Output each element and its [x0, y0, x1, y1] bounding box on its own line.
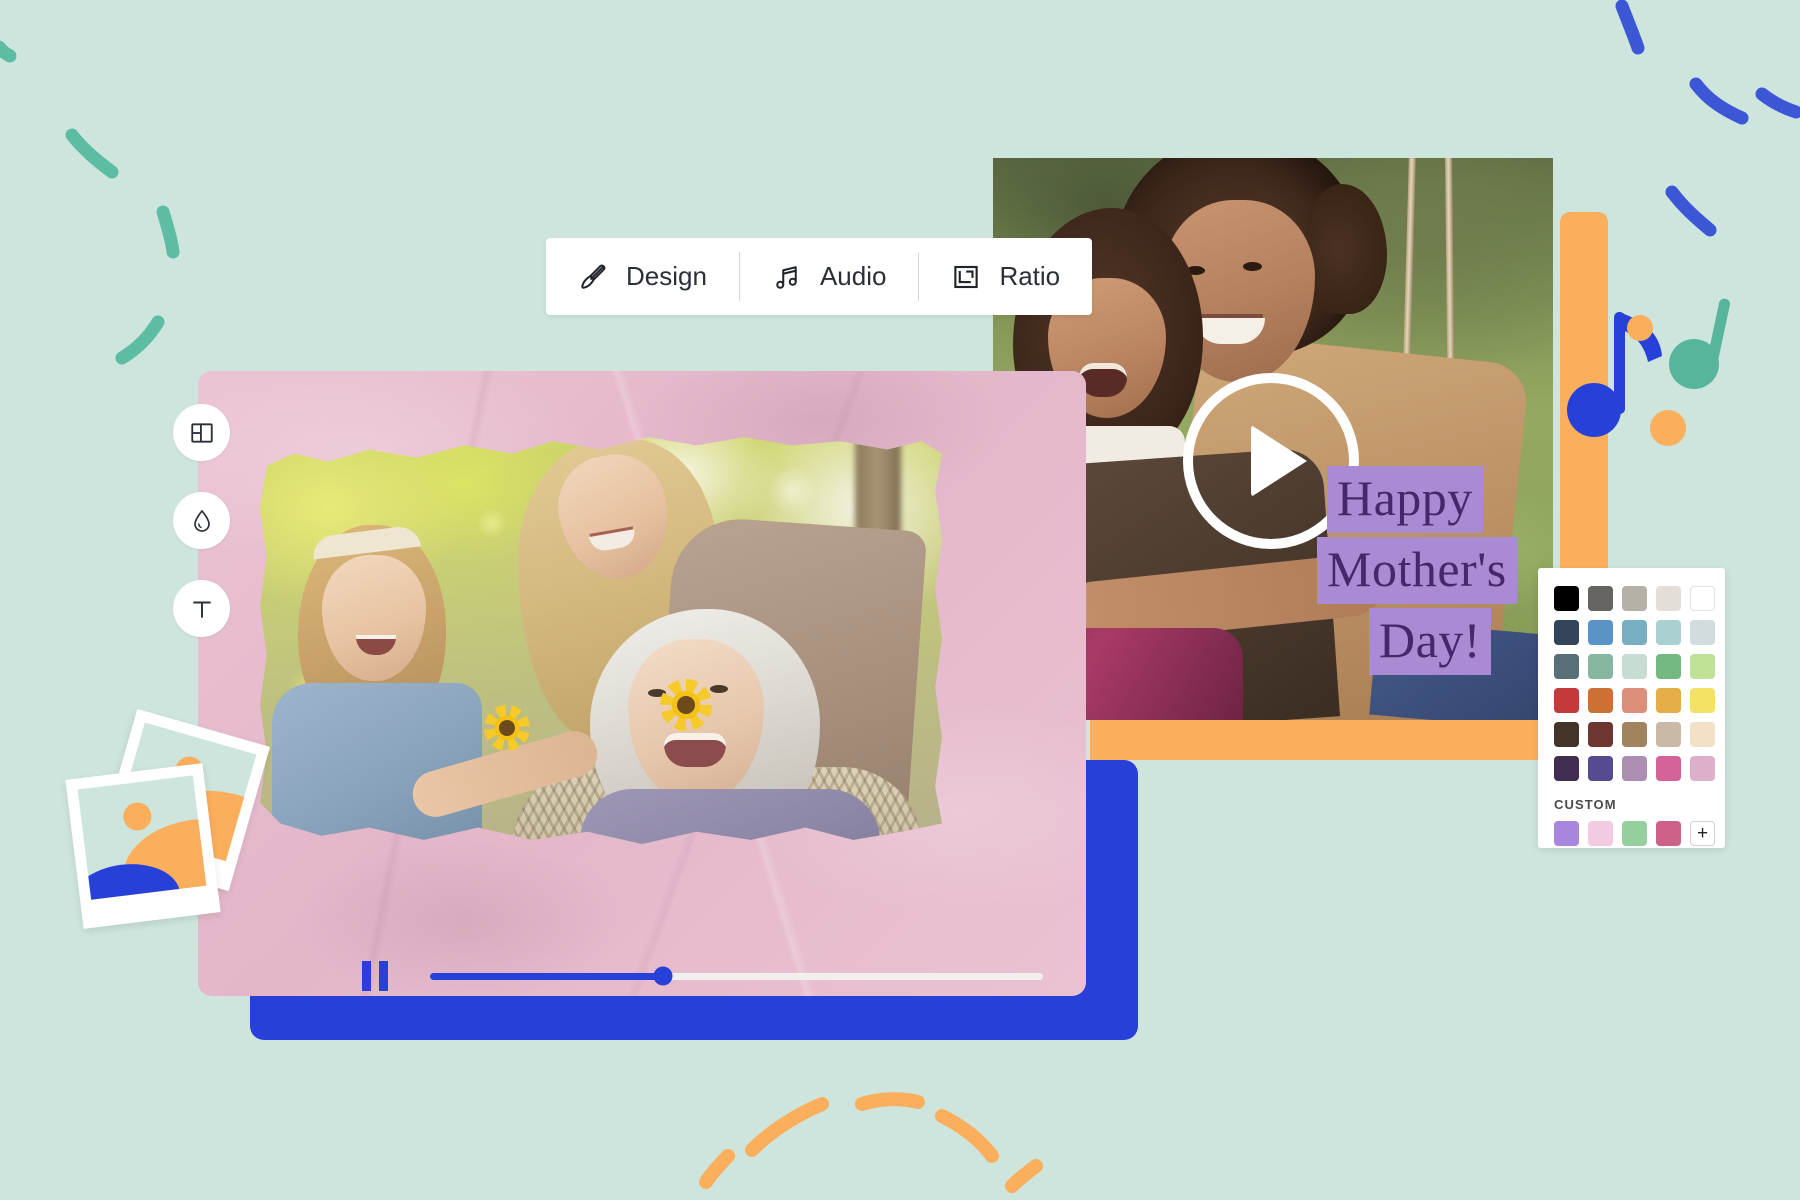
color-swatch[interactable] — [1690, 620, 1715, 645]
color-swatch[interactable] — [1588, 756, 1613, 781]
color-swatch[interactable] — [1622, 620, 1647, 645]
custom-swatch-row: + — [1554, 821, 1715, 846]
sidebar-item-filter[interactable] — [173, 492, 230, 549]
color-swatch[interactable] — [1690, 722, 1715, 747]
tab-design-label: Design — [626, 261, 707, 291]
color-swatch[interactable] — [1554, 654, 1579, 679]
color-swatch[interactable] — [1690, 688, 1715, 713]
main-video-card[interactable] — [198, 371, 1086, 996]
polaroid-thumbnail — [77, 775, 207, 900]
sunflower-icon — [660, 679, 712, 731]
tab-ratio[interactable]: Ratio — [919, 238, 1092, 315]
color-swatch[interactable] — [1588, 654, 1613, 679]
tab-audio-label: Audio — [819, 261, 887, 291]
color-swatch[interactable] — [1588, 620, 1613, 645]
progress-knob[interactable] — [653, 966, 673, 986]
music-note-icon — [776, 265, 797, 289]
main-photo — [260, 437, 942, 844]
color-swatch[interactable] — [1656, 654, 1681, 679]
photo-stack[interactable] — [62, 708, 292, 929]
tool-rail — [173, 404, 230, 668]
crop-frame-icon — [954, 265, 979, 288]
color-swatch[interactable] — [1554, 688, 1579, 713]
color-swatch[interactable] — [1588, 688, 1613, 713]
color-swatch[interactable] — [1656, 722, 1681, 747]
editor-toolbar: Design Audio Ratio — [546, 238, 1093, 315]
play-icon — [1251, 425, 1307, 497]
color-swatch[interactable] — [1554, 756, 1579, 781]
color-swatch[interactable] — [1656, 586, 1681, 611]
tab-audio[interactable]: Audio — [740, 238, 919, 315]
color-swatch[interactable] — [1554, 620, 1579, 645]
tab-design[interactable]: Design — [546, 238, 739, 315]
sidebar-item-text[interactable] — [173, 580, 230, 637]
custom-color-swatch[interactable] — [1588, 821, 1613, 846]
caption-line-3: Day! — [1369, 608, 1491, 675]
layout-grid-icon — [190, 422, 213, 443]
caption-overlay[interactable]: Happy Mother's Day! — [1317, 466, 1517, 675]
color-swatch[interactable] — [1554, 586, 1579, 611]
color-swatch[interactable] — [1588, 586, 1613, 611]
orange-accent-bottom — [1090, 720, 1608, 760]
color-swatch[interactable] — [1690, 654, 1715, 679]
color-swatch[interactable] — [1588, 722, 1613, 747]
color-swatch[interactable] — [1622, 722, 1647, 747]
color-swatch-grid — [1554, 586, 1715, 781]
custom-color-swatch[interactable] — [1622, 821, 1647, 846]
color-swatch[interactable] — [1622, 688, 1647, 713]
color-palette-panel: CUSTOM + — [1538, 568, 1725, 848]
color-swatch[interactable] — [1622, 654, 1647, 679]
custom-color-swatch[interactable] — [1656, 821, 1681, 846]
color-swatch[interactable] — [1656, 688, 1681, 713]
tab-ratio-label: Ratio — [999, 261, 1061, 291]
paintbrush-icon — [581, 264, 606, 289]
pause-icon[interactable] — [362, 961, 388, 991]
add-color-button[interactable]: + — [1690, 821, 1715, 846]
color-swatch[interactable] — [1554, 722, 1579, 747]
sidebar-item-layout[interactable] — [173, 404, 230, 461]
orange-dot-large — [1650, 410, 1686, 446]
water-drop-icon — [193, 509, 210, 532]
color-swatch[interactable] — [1622, 586, 1647, 611]
color-swatch[interactable] — [1690, 756, 1715, 781]
sunflower-icon — [479, 700, 535, 756]
custom-color-swatch[interactable] — [1554, 821, 1579, 846]
orange-dot-small — [1627, 315, 1653, 341]
canvas: Happy Mother's Day! Design Audio Ratio C… — [0, 0, 1800, 1200]
text-t-icon — [192, 601, 211, 618]
sun-icon — [121, 800, 153, 833]
caption-line-1: Happy — [1327, 466, 1483, 533]
color-swatch[interactable] — [1690, 586, 1715, 611]
color-swatch[interactable] — [1622, 756, 1647, 781]
teal-music-note — [1669, 298, 1731, 389]
color-swatch[interactable] — [1656, 620, 1681, 645]
progress-scrubber[interactable] — [430, 966, 1043, 986]
custom-colors-label: CUSTOM — [1554, 797, 1617, 812]
progress-fill — [430, 972, 663, 980]
caption-line-2: Mother's — [1317, 537, 1517, 604]
video-controls — [198, 956, 1086, 996]
color-swatch[interactable] — [1656, 756, 1681, 781]
polaroid-card[interactable] — [65, 763, 221, 929]
